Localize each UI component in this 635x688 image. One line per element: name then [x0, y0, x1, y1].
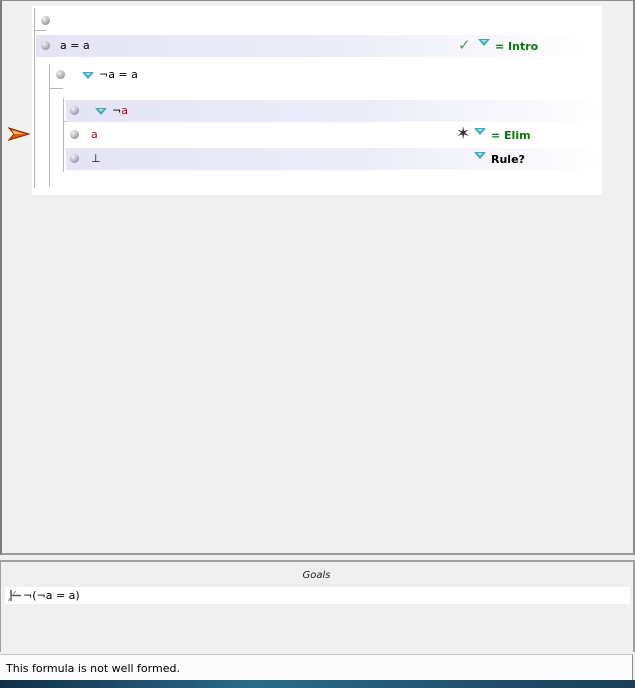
proof-line[interactable]: a = a ✓ = Intro — [36, 35, 586, 57]
proof-panel: a = a ✓ = Intro ¬a = a ¬a a ✶ = Elim ⊥ R… — [0, 0, 635, 555]
turnstile-icon — [8, 590, 21, 602]
line-formula-error: a — [121, 104, 128, 117]
proof-line[interactable] — [36, 10, 602, 32]
current-line-arrow-icon — [8, 127, 30, 141]
proof-line[interactable]: a ✶ = Elim — [66, 124, 602, 146]
line-formula[interactable]: ¬a — [112, 104, 128, 117]
proof-line[interactable]: ¬a — [66, 100, 602, 122]
proof-bracket-outer — [34, 8, 35, 188]
proof-sheet: a = a ✓ = Intro ¬a = a ¬a a ✶ = Elim ⊥ R… — [32, 6, 602, 195]
line-bullet-icon[interactable] — [56, 70, 65, 79]
subproof-dropdown-icon[interactable] — [82, 72, 94, 79]
goal-item[interactable]: ¬(¬a = a) — [5, 587, 630, 604]
line-bullet-icon[interactable] — [41, 16, 50, 25]
status-message: This formula is not well formed. — [6, 662, 180, 675]
check-icon: ✓ — [458, 36, 471, 54]
goals-title: Goals — [302, 570, 331, 581]
goal-formula[interactable]: ¬(¬a = a) — [23, 589, 80, 602]
line-bullet-icon[interactable] — [70, 106, 79, 115]
rule-dropdown-icon[interactable] — [478, 39, 490, 46]
rule-dropdown-icon[interactable] — [474, 152, 486, 159]
line-bullet-icon[interactable] — [70, 130, 79, 139]
goals-panel: Goals ¬(¬a = a) — [0, 560, 635, 652]
window-bottom-edge — [0, 680, 635, 688]
rule-label[interactable]: = Intro — [495, 40, 538, 53]
proof-line[interactable]: ⊥ Rule? — [66, 148, 602, 170]
subproof-bracket — [49, 64, 50, 187]
error-star-icon: ✶ — [456, 124, 471, 144]
subproof-bracket — [63, 98, 64, 172]
rule-dropdown-icon[interactable] — [474, 128, 486, 135]
subproof-dropdown-icon[interactable] — [95, 108, 107, 115]
line-formula[interactable]: a — [91, 128, 98, 141]
line-formula[interactable]: ¬a = a — [99, 68, 138, 81]
rule-label[interactable]: = Elim — [491, 129, 531, 142]
line-formula[interactable]: a = a — [60, 39, 90, 52]
proof-line[interactable]: ¬a = a — [52, 64, 602, 86]
subproof-bracket-tick — [49, 88, 63, 89]
line-formula[interactable]: ⊥ — [91, 152, 101, 165]
line-bullet-icon[interactable] — [41, 41, 50, 50]
rule-label[interactable]: Rule? — [491, 153, 525, 166]
line-bullet-icon[interactable] — [70, 154, 79, 163]
status-bar: This formula is not well formed. — [0, 654, 633, 680]
